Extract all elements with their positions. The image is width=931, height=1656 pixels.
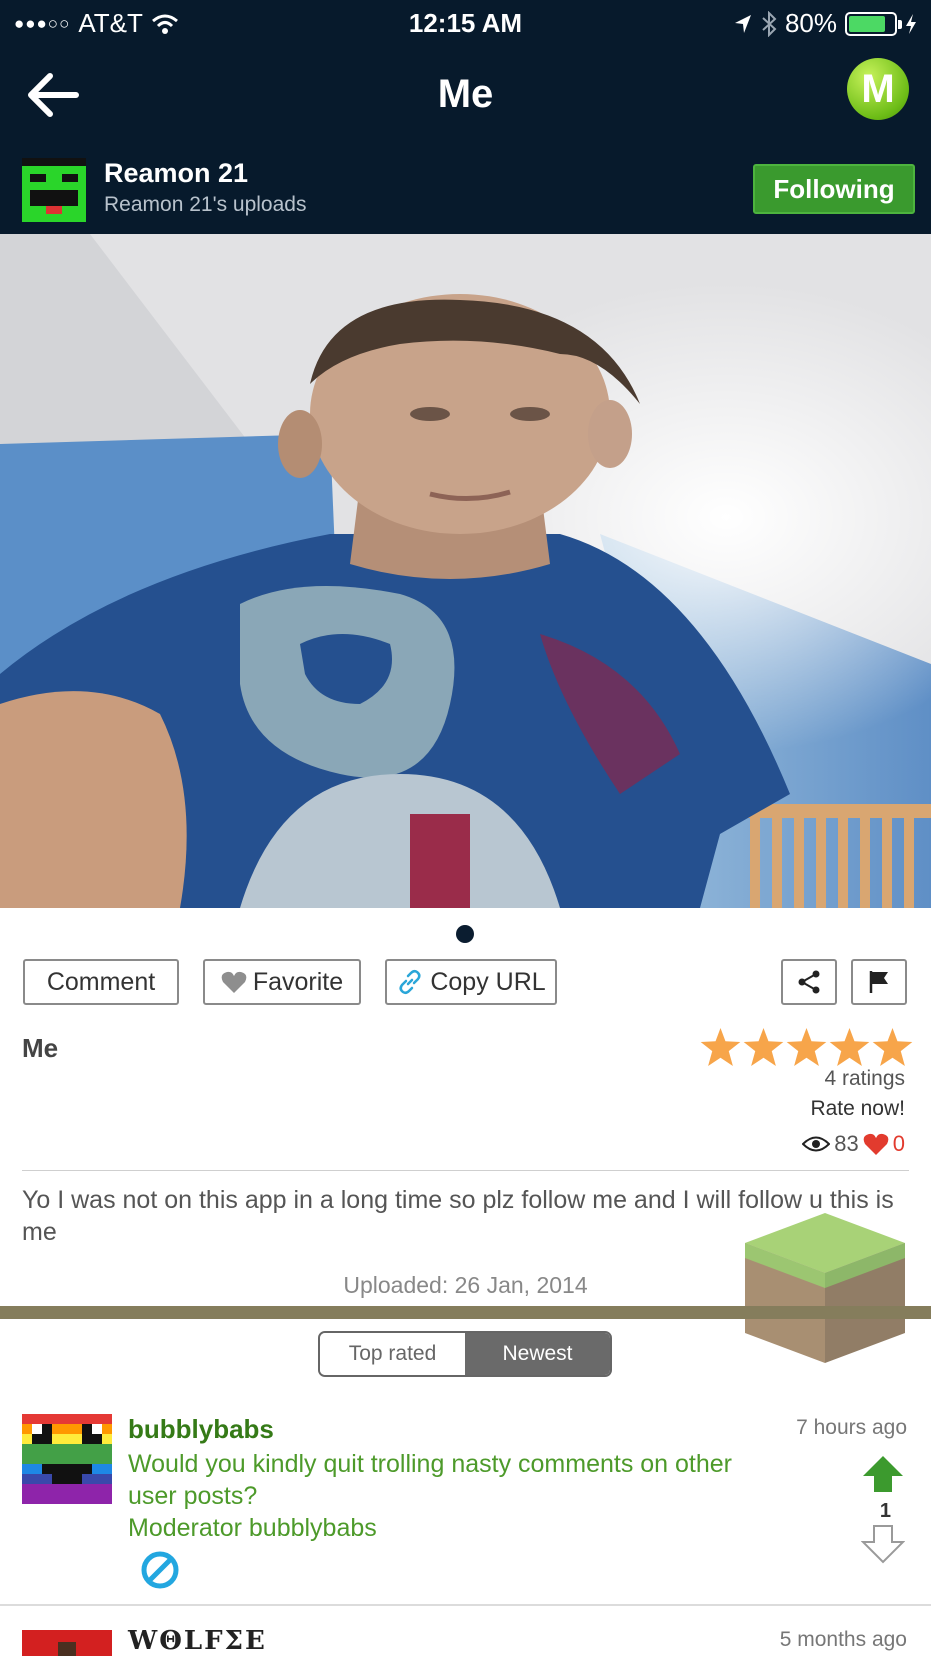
- copy-url-label: Copy URL: [430, 967, 546, 996]
- uploader-name[interactable]: Reamon 21: [104, 158, 248, 189]
- report-button[interactable]: [851, 959, 907, 1005]
- share-button[interactable]: [781, 959, 837, 1005]
- comment-sort-tabs: Top rated Newest: [318, 1331, 612, 1377]
- status-bar: ●●●○○ AT&T 12:15 AM 80%: [0, 0, 931, 46]
- flag-icon: [869, 971, 888, 993]
- post-photo[interactable]: [0, 234, 931, 908]
- eye-icon: [802, 1136, 831, 1152]
- header: ●●●○○ AT&T 12:15 AM 80% Me M Reamon 21 R…: [0, 0, 931, 234]
- favorite-button[interactable]: Favorite: [203, 959, 361, 1005]
- upvote-arrow-icon[interactable]: [861, 1454, 905, 1494]
- page-indicator-dot: [456, 925, 474, 943]
- tab-newest[interactable]: Newest: [465, 1333, 610, 1375]
- copy-url-button[interactable]: Copy URL: [385, 959, 557, 1005]
- comment-item: bubblybabs 7 hours ago Would you kindly …: [0, 1414, 931, 1594]
- uploader-profile: Reamon 21 Reamon 21's uploads Following: [0, 150, 931, 234]
- comment-label: Comment: [46, 967, 156, 996]
- nav-bar: Me M: [0, 50, 931, 144]
- downvote-arrow-icon[interactable]: [861, 1524, 905, 1564]
- commenter-name[interactable]: WΘLFΣE: [128, 1626, 267, 1656]
- commenter-name[interactable]: bubblybabs: [128, 1414, 274, 1445]
- location-arrow-icon: [734, 14, 751, 33]
- post-title: Me: [22, 1033, 59, 1063]
- uploaded-date: Uploaded: 26 Jan, 2014: [343, 1272, 588, 1298]
- ratings-count: 4 ratings: [824, 1067, 905, 1090]
- heart-icon: [221, 971, 247, 993]
- comment-item: WΘLFΣE 5 months ago: [0, 1626, 931, 1656]
- app-logo-button[interactable]: M: [847, 58, 909, 120]
- bluetooth-icon: [762, 10, 777, 37]
- charging-icon: [906, 13, 916, 34]
- heart-icon: [863, 1133, 889, 1155]
- link-icon: [399, 969, 421, 995]
- stats-row: 83 0: [802, 1131, 905, 1157]
- tab-top-rated[interactable]: Top rated: [320, 1333, 465, 1375]
- section-separator: [0, 1306, 931, 1319]
- comment-divider: [0, 1604, 931, 1606]
- commenter-avatar[interactable]: [22, 1414, 112, 1504]
- uploader-avatar[interactable]: [22, 158, 86, 222]
- commenter-avatar[interactable]: [22, 1630, 112, 1656]
- comment-time: 5 months ago: [779, 1628, 907, 1651]
- moderator-ban-icon[interactable]: [140, 1550, 180, 1590]
- comment-button[interactable]: Comment: [23, 959, 179, 1005]
- rating-stars[interactable]: [700, 1028, 913, 1066]
- view-count: 83: [834, 1131, 859, 1156]
- battery-percent: 80%: [784, 8, 837, 38]
- comment-time: 7 hours ago: [796, 1416, 907, 1439]
- page-title: Me: [437, 72, 494, 116]
- star-icon[interactable]: [786, 1028, 827, 1066]
- star-icon[interactable]: [829, 1028, 870, 1066]
- favorite-label: Favorite: [252, 967, 344, 996]
- vote-count: 1: [879, 1500, 891, 1522]
- star-icon[interactable]: [743, 1028, 784, 1066]
- battery-icon: [845, 11, 902, 36]
- uploader-subtitle[interactable]: Reamon 21's uploads: [104, 193, 306, 217]
- divider: [22, 1170, 909, 1171]
- following-button[interactable]: Following: [753, 164, 915, 214]
- star-icon[interactable]: [872, 1028, 913, 1066]
- star-icon[interactable]: [700, 1028, 741, 1066]
- comment-text: Would you kindly quit trolling nasty com…: [128, 1450, 733, 1542]
- share-icon: [798, 970, 820, 994]
- like-count: 0: [892, 1131, 905, 1156]
- rate-now-link[interactable]: Rate now!: [810, 1097, 905, 1121]
